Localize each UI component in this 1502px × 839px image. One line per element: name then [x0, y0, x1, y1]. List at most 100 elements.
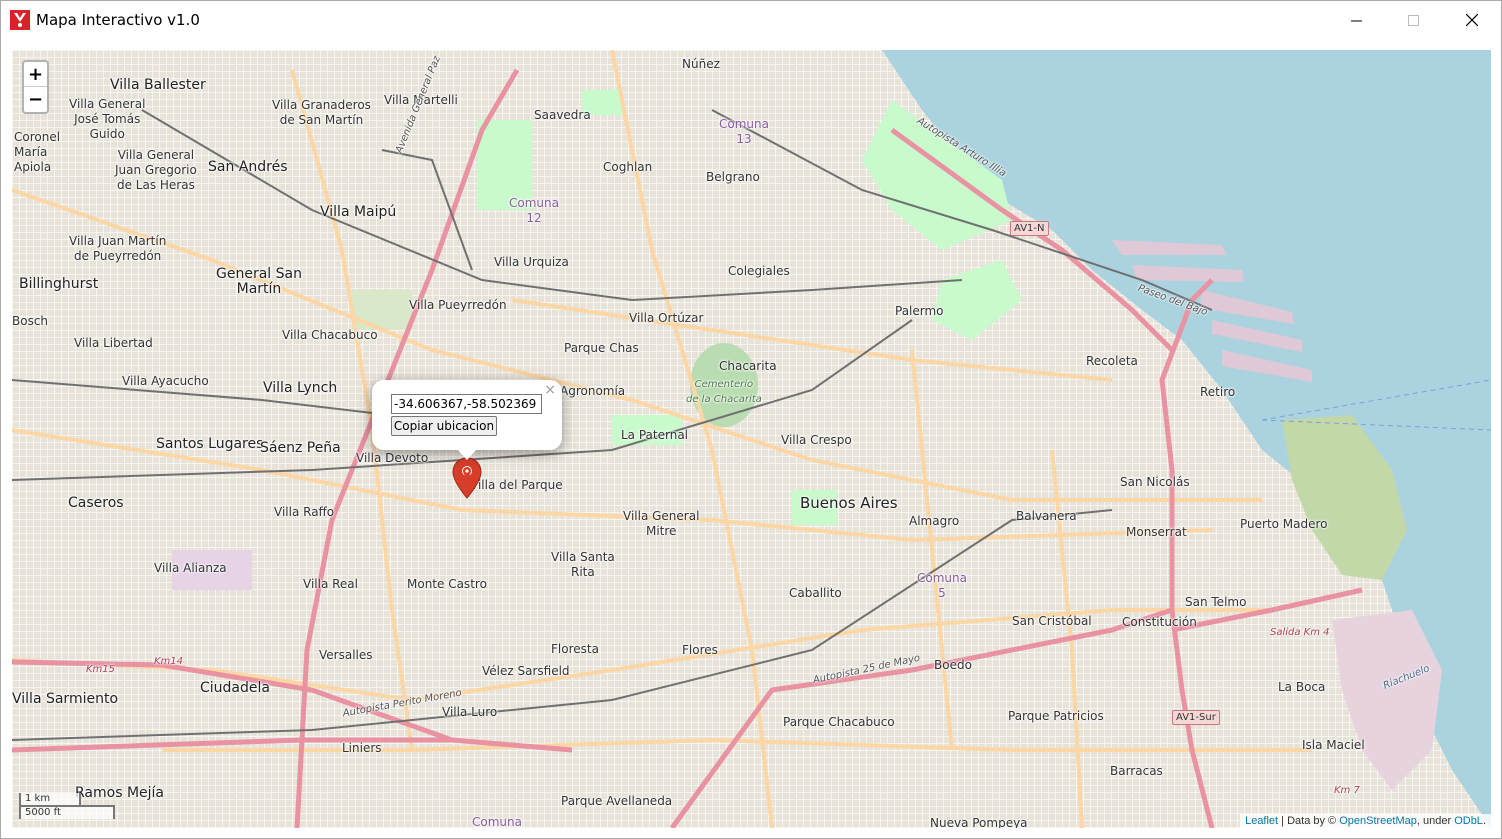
label-balvanera: Balvanera	[1016, 509, 1077, 523]
label-comuna-5: Comuna 5	[917, 571, 967, 600]
window-title: Mapa Interactivo v1.0	[36, 11, 200, 29]
label-monte-castro: Monte Castro	[407, 577, 487, 591]
label-nueva-pompeya: Nueva Pompeya	[930, 816, 1028, 828]
label-bosch: Bosch	[12, 314, 49, 328]
label-coronel-maria-apiola: Coronel María Apiola	[14, 130, 61, 174]
label-villa-real: Villa Real	[303, 577, 358, 591]
label-billinghurst: Billinghurst	[19, 276, 99, 292]
label-villa-general-mitre: Villa General Mitre	[623, 509, 700, 538]
label-velez-sarsfield: Vélez Sarsfield	[482, 664, 570, 678]
leaflet-link[interactable]: Leaflet	[1245, 815, 1278, 827]
label-villa-urquiza: Villa Urquiza	[494, 255, 569, 269]
label-villa-luro: Villa Luro	[442, 705, 498, 719]
label-la-paternal: La Paternal	[621, 428, 689, 442]
label-parque-chacabuco: Parque Chacabuco	[783, 715, 895, 729]
label-coghlan: Coghlan	[603, 160, 653, 174]
label-general-san-martin: General San Martín	[216, 266, 302, 297]
label-comuna-12: Comuna 12	[509, 196, 559, 225]
label-belgrano: Belgrano	[706, 170, 760, 184]
label-villa-general-juan-gregorio: Villa General Juan Gregorio de Las Heras	[115, 148, 197, 192]
label-flores: Flores	[682, 643, 718, 657]
label-isla-maciel: Isla Maciel	[1302, 738, 1365, 752]
label-monserrat: Monserrat	[1126, 525, 1187, 539]
label-santos-lugares: Santos Lugares	[156, 436, 264, 452]
label-km14: Km14	[154, 656, 184, 667]
label-almagro: Almagro	[909, 514, 960, 528]
label-colegiales: Colegiales	[728, 264, 790, 278]
label-buenos-aires: Buenos Aires	[800, 494, 898, 512]
label-villa-pueyrredon: Villa Pueyrredón	[409, 298, 507, 312]
label-saenz-pena: Sáenz Peña	[260, 440, 341, 456]
label-villa-crespo: Villa Crespo	[781, 433, 852, 447]
shield-av1n: AV1-N	[1010, 221, 1049, 236]
zoom-in-button[interactable]: +	[24, 62, 47, 87]
label-villa-general-jose-tomas-guido: Villa General José Tomás Guido	[69, 97, 146, 141]
map-view[interactable]: Villa Ballester Villa General José Tomás…	[12, 50, 1491, 828]
label-villa-alianza: Villa Alianza	[154, 561, 227, 575]
label-chacarita: Chacarita	[719, 359, 777, 373]
copy-location-button[interactable]: Copiar ubicacion	[391, 416, 497, 436]
maximize-button[interactable]	[1384, 1, 1442, 39]
label-puerto-madero: Puerto Madero	[1240, 517, 1328, 531]
minimize-button[interactable]	[1327, 1, 1385, 39]
minimize-icon	[1350, 20, 1362, 21]
maximize-icon	[1407, 14, 1419, 26]
label-san-cristobal: San Cristóbal	[1012, 614, 1092, 628]
shield-av1sur: AV1-Sur	[1172, 710, 1220, 725]
label-recoleta: Recoleta	[1086, 354, 1138, 368]
label-km7: Km 7	[1334, 785, 1360, 796]
label-caballito: Caballito	[789, 586, 842, 600]
label-villa-granaderos: Villa Granaderos de San Martín	[272, 98, 371, 127]
label-parque-chas: Parque Chas	[564, 341, 639, 355]
label-barracas: Barracas	[1110, 764, 1163, 778]
label-san-nicolas: San Nicolás	[1120, 475, 1190, 489]
app-logo-icon	[10, 10, 30, 30]
label-villa-santa-rita: Villa Santa Rita	[551, 550, 615, 579]
attribution-end: .	[1482, 815, 1486, 827]
coordinates-input[interactable]	[391, 394, 542, 414]
location-marker-icon[interactable]	[452, 457, 482, 499]
label-villa-chacabuco: Villa Chacabuco	[282, 328, 378, 342]
label-villa-juan-martin: Villa Juan Martín de Pueyrredón	[69, 234, 167, 263]
label-villa-raffo: Villa Raffo	[274, 505, 335, 519]
popup-tip	[457, 449, 477, 460]
label-villa-del-parque: Villa del Parque	[470, 478, 563, 492]
label-versalles: Versalles	[319, 648, 373, 662]
label-villa-ortuzar: Villa Ortúzar	[629, 311, 704, 325]
label-san-telmo: San Telmo	[1185, 595, 1247, 609]
close-button[interactable]	[1443, 1, 1501, 39]
label-parque-avellaneda: Parque Avellaneda	[561, 794, 673, 808]
odbl-link[interactable]: ODbL	[1454, 815, 1483, 827]
label-km15: Km15	[86, 664, 116, 675]
zoom-control: + −	[22, 60, 49, 114]
title-bar[interactable]: Mapa Interactivo v1.0	[1, 1, 1501, 39]
openstreetmap-link[interactable]: OpenStreetMap	[1339, 815, 1417, 827]
label-villa-ballester: Villa Ballester	[110, 77, 206, 93]
attribution: Leaflet | Data by © OpenStreetMap, under…	[1240, 814, 1491, 828]
scale-bar: 1 km 5000 ft	[19, 793, 115, 819]
popup-close-button[interactable]: ×	[544, 382, 556, 398]
label-saavedra: Saavedra	[534, 108, 591, 122]
label-villa-lynch: Villa Lynch	[263, 380, 338, 396]
label-salida-km4: Salida Km 4	[1270, 627, 1330, 638]
label-agronomia: Agronomía	[560, 384, 626, 398]
label-villa-ayacucho: Villa Ayacucho	[122, 374, 209, 388]
app-window: Mapa Interactivo v1.0 Villa Ballester Vi…	[0, 0, 1502, 839]
label-san-andres: San Andrés	[208, 159, 288, 175]
label-villa-maipu: Villa Maipú	[320, 204, 397, 220]
label-la-boca: La Boca	[1278, 680, 1326, 694]
label-villa-devoto: Villa Devoto	[356, 451, 429, 465]
close-icon	[1466, 14, 1478, 26]
label-liniers: Liniers	[342, 741, 382, 755]
label-constitucion: Constitución	[1122, 615, 1197, 629]
location-popup: × Copiar ubicacion	[372, 380, 562, 460]
label-cementerio: Cementerio de la Chacarita	[686, 379, 762, 405]
label-comuna-13: Comuna 13	[719, 117, 769, 146]
zoom-out-button[interactable]: −	[24, 87, 47, 112]
label-villa-sarmiento: Villa Sarmiento	[12, 691, 119, 707]
label-villa-libertad: Villa Libertad	[74, 336, 153, 350]
label-ciudadela: Ciudadela	[200, 680, 270, 696]
label-nunez: Núñez	[682, 57, 720, 71]
attribution-text: | Data by ©	[1278, 815, 1340, 827]
label-parque-patricios: Parque Patricios	[1008, 709, 1104, 723]
